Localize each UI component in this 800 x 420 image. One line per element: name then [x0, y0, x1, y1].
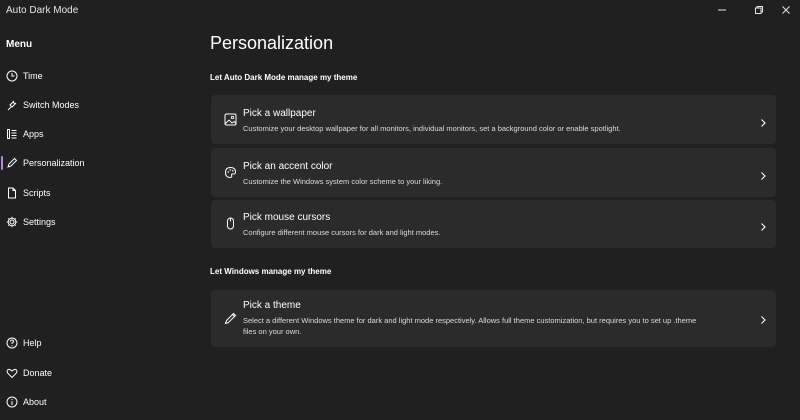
card-description-line-1: Select a different Windows theme for dar… [243, 316, 697, 325]
card-description: Customize the Windows system color schem… [243, 177, 443, 186]
selected-indicator [1, 156, 3, 170]
section-title: Let Auto Dark Mode manage my theme [210, 73, 358, 82]
card-description: Customize your desktop wallpaper for all… [243, 124, 621, 133]
plug-icon [6, 99, 18, 111]
sidebar-item-label: Donate [23, 368, 53, 378]
restore-button[interactable] [748, 0, 770, 20]
brush-icon [223, 311, 237, 325]
title-bar: Auto Dark Mode [0, 0, 800, 22]
close-icon [782, 6, 790, 14]
chevron-right-icon [758, 219, 768, 231]
sidebar-item-label: Personalization [23, 158, 85, 168]
card-pick-accent-color[interactable]: Pick an accent color Customize the Windo… [211, 148, 776, 197]
chevron-right-icon [758, 115, 768, 127]
window-title: Auto Dark Mode [6, 5, 79, 16]
sidebar-item-label: Time [23, 71, 43, 81]
card-description-line-2: files on your own. [243, 327, 302, 336]
sidebar-item-help[interactable]: Help [0, 330, 190, 356]
chevron-right-icon [758, 168, 768, 180]
menu-header: Menu [6, 39, 33, 50]
sidebar-item-personalization[interactable]: Personalization [0, 150, 190, 176]
info-icon [6, 396, 18, 408]
sidebar-item-label: Switch Modes [23, 100, 80, 110]
sidebar-item-switch-modes[interactable]: Switch Modes [0, 92, 190, 118]
card-pick-theme[interactable]: Pick a theme Select a different Windows … [211, 290, 776, 347]
clock-icon [6, 70, 18, 82]
card-title: Pick mouse cursors [243, 212, 331, 223]
close-button[interactable] [775, 0, 797, 20]
sidebar-item-settings[interactable]: Settings [0, 209, 190, 235]
gear-icon [6, 216, 18, 228]
document-icon [6, 187, 18, 199]
mouse-icon [223, 216, 237, 230]
palette-icon [223, 165, 237, 179]
pen-icon [6, 157, 18, 169]
card-title: Pick a wallpaper [243, 108, 316, 119]
sidebar-item-label: Settings [23, 217, 56, 227]
minimize-button[interactable] [711, 0, 733, 20]
card-title: Pick a theme [243, 300, 301, 311]
sidebar-item-apps[interactable]: Apps [0, 121, 190, 147]
help-icon [6, 337, 18, 349]
card-title: Pick an accent color [243, 161, 333, 172]
sidebar-item-label: Apps [23, 129, 44, 139]
sidebar-item-label: Scripts [23, 188, 51, 198]
sidebar-item-label: About [23, 397, 47, 407]
card-pick-mouse-cursors[interactable]: Pick mouse cursors Configure different m… [211, 200, 776, 248]
list-icon [6, 128, 18, 140]
minimize-icon [718, 9, 726, 11]
heart-icon [6, 367, 18, 379]
sidebar-item-time[interactable]: Time [0, 63, 190, 89]
restore-icon [755, 6, 763, 14]
card-pick-wallpaper[interactable]: Pick a wallpaper Customize your desktop … [211, 95, 776, 144]
sidebar-item-label: Help [23, 338, 42, 348]
sidebar-item-donate[interactable]: Donate [0, 360, 190, 386]
sidebar-item-about[interactable]: About [0, 389, 190, 415]
chevron-right-icon [758, 312, 768, 324]
section-title: Let Windows manage my theme [210, 267, 332, 276]
card-description: Configure different mouse cursors for da… [243, 228, 441, 237]
page-title: Personalization [210, 33, 334, 53]
sidebar-item-scripts[interactable]: Scripts [0, 180, 190, 206]
image-icon [223, 112, 237, 126]
